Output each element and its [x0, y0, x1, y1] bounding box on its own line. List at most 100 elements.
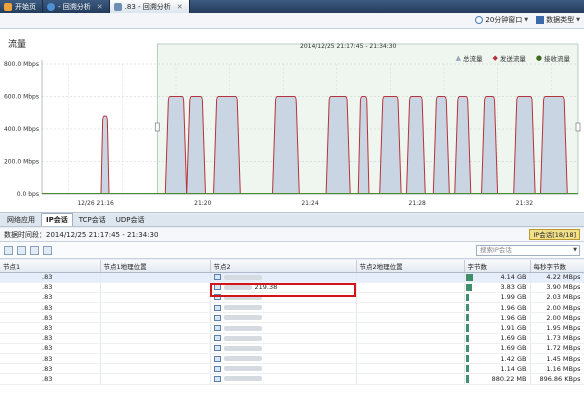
- bytes-bar: [465, 375, 469, 383]
- export-icon[interactable]: [17, 246, 26, 255]
- session-tabs: 网络应用 IP会话 TCP会话 UDP会话: [0, 213, 584, 227]
- cell-bytes-per-sec: 2.00 MBps: [530, 312, 584, 324]
- tab-ip-sessions[interactable]: IP会话: [41, 213, 73, 226]
- cell-node1: .83: [0, 353, 101, 365]
- table-row[interactable]: .83 1.69 GB 1.72 MBps: [0, 343, 584, 355]
- computer-icon: [213, 325, 221, 332]
- search-input[interactable]: 搜索IP会话 ▼: [476, 245, 580, 256]
- selection-handle-left: [154, 122, 160, 132]
- column-header-bytes-per-sec[interactable]: 每秒字节数: [530, 260, 584, 273]
- cell-bytes: 1.91 GB: [464, 322, 531, 334]
- triangle-icon: ▲: [455, 54, 461, 62]
- table-row[interactable]: .83 880.22 MB 896.86 KBps: [0, 373, 584, 385]
- cell-node2-geo: [356, 343, 465, 355]
- cell-node2-geo: [356, 363, 465, 375]
- redacted-ip: [223, 376, 262, 382]
- bytes-value: 4.14 GB: [500, 273, 527, 282]
- tab-start-page[interactable]: 开始页: [0, 0, 43, 13]
- analysis-icon: [113, 2, 122, 11]
- legend-item-receive[interactable]: ● 接收流量: [536, 53, 570, 63]
- close-icon[interactable]: ✕: [177, 3, 183, 11]
- legend-item-send[interactable]: ◆ 发送流量: [493, 53, 526, 63]
- table-row[interactable]: .83 1.69 GB 1.73 MBps: [0, 333, 584, 344]
- cell-node1: .83: [0, 292, 101, 304]
- cell-bytes: 1.69 GB: [464, 333, 531, 344]
- session-count-badge[interactable]: IP会话[18/18]: [529, 229, 580, 240]
- data-type-button[interactable]: 数据类型 ▼: [536, 15, 580, 25]
- x-tick-label: 21:24: [301, 200, 318, 207]
- window-tab-bar: 开始页 - 回溯分析 ✕ .83 - 回溯分析 ✕: [0, 0, 584, 13]
- cell-node2-geo: [356, 333, 465, 344]
- chevron-down-icon[interactable]: ▼: [573, 246, 577, 255]
- cell-node1-geo: [100, 312, 211, 324]
- table-row[interactable]: .83 4.14 GB 4.22 MBps: [0, 272, 584, 283]
- window-size-button[interactable]: 20分钟窗口 ▼: [475, 15, 528, 25]
- cell-node2-geo: [356, 292, 465, 304]
- home-icon: [4, 2, 12, 11]
- column-header-node1-geo[interactable]: 节点1地理位置: [100, 260, 211, 273]
- bytes-bar: [465, 344, 469, 352]
- bytes-bar: [465, 314, 469, 322]
- close-icon[interactable]: ✕: [97, 3, 103, 11]
- time-range-text: 数据时间段：2014/12/25 21:17:45 - 21:34:30: [4, 230, 159, 239]
- cell-node1: .83: [0, 312, 101, 324]
- table-row[interactable]: .83 1.96 GB 2.00 MBps: [0, 302, 584, 314]
- bytes-value: 1.69 GB: [500, 344, 527, 353]
- window-size-label: 20分钟窗口: [485, 16, 523, 24]
- cell-node1: .83: [0, 282, 101, 293]
- cell-node1-geo: [100, 272, 211, 283]
- column-header-node2-geo[interactable]: 节点2地理位置: [356, 260, 465, 273]
- tab-udp-sessions[interactable]: UDP会话: [112, 214, 149, 226]
- cell-bytes: 3.83 GB: [464, 282, 531, 293]
- legend-item-total[interactable]: ▲ 总流量: [456, 53, 483, 63]
- cell-node1: .83: [0, 373, 101, 385]
- table-row[interactable]: .83 1.42 GB 1.45 MBps: [0, 353, 584, 365]
- cell-bytes-per-sec: 3.90 MBps: [530, 282, 584, 293]
- chart-legend: ▲ 总流量 ◆ 发送流量 ● 接收流量: [456, 53, 570, 63]
- redacted-ip: [223, 366, 262, 372]
- bytes-value: 880.22 MB: [491, 374, 527, 383]
- tab-backtrack-analysis-2[interactable]: .83 - 回溯分析 ✕: [109, 0, 190, 13]
- tab-backtrack-analysis-1[interactable]: - 回溯分析 ✕: [43, 0, 110, 13]
- cell-node1: .83: [0, 302, 101, 314]
- bytes-value: 1.42 GB: [500, 354, 527, 363]
- globe-icon: [47, 2, 55, 11]
- clock-icon: [475, 16, 484, 24]
- redacted-ip: [223, 315, 262, 321]
- columns-icon[interactable]: [43, 246, 52, 255]
- cell-bytes: 1.69 GB: [464, 343, 531, 355]
- cell-node2: [210, 363, 357, 375]
- traffic-chart-panel: 0.0 bps 200.0 Mbps 400.0 Mbps 600.0 Mbps 800…: [0, 29, 584, 213]
- selection-handle-right: [575, 122, 581, 132]
- column-header-bytes[interactable]: 字节数: [464, 260, 531, 273]
- cell-node2: [210, 322, 357, 334]
- column-header-node1[interactable]: 节点1: [0, 260, 101, 273]
- cell-node1: .83: [0, 333, 101, 344]
- cell-node1-geo: [100, 353, 211, 365]
- table-row[interactable]: .83 1.96 GB 2.00 MBps: [0, 312, 584, 324]
- tab-tcp-sessions[interactable]: TCP会话: [75, 214, 110, 226]
- time-range-row: 数据时间段：2014/12/25 21:17:45 - 21:34:30 IP会…: [0, 228, 584, 242]
- highlight-box: [210, 283, 356, 297]
- redacted-ip: [223, 356, 262, 362]
- cell-node2-geo: [356, 322, 465, 334]
- cell-node2: [210, 333, 357, 344]
- cell-node2-geo: [356, 282, 465, 293]
- bytes-bar: [465, 304, 469, 312]
- ip-session-table: 节点1 节点1地理位置 节点2 节点2地理位置 字节数 每秒字节数 .83 4.1…: [0, 260, 584, 400]
- tab-network-apps[interactable]: 网络应用: [3, 214, 39, 226]
- cell-node1-geo: [100, 322, 211, 334]
- cell-bytes: 880.22 MB: [464, 373, 531, 385]
- legend-label: 接收流量: [544, 55, 570, 63]
- copy-icon[interactable]: [30, 246, 39, 255]
- table-row[interactable]: .83 1.91 GB 1.95 MBps: [0, 322, 584, 334]
- legend-label: 总流量: [463, 55, 483, 63]
- column-header-node2[interactable]: 节点2: [210, 260, 357, 273]
- cell-node2: [210, 373, 357, 385]
- redacted-ip: [223, 325, 262, 331]
- bytes-bar: [465, 293, 469, 302]
- table-row[interactable]: .83 1.14 GB 1.16 MBps: [0, 363, 584, 375]
- y-tick-label: 800.0 Mbps: [4, 61, 39, 68]
- filter-icon[interactable]: [4, 246, 13, 255]
- cell-bytes: 1.96 GB: [464, 312, 531, 324]
